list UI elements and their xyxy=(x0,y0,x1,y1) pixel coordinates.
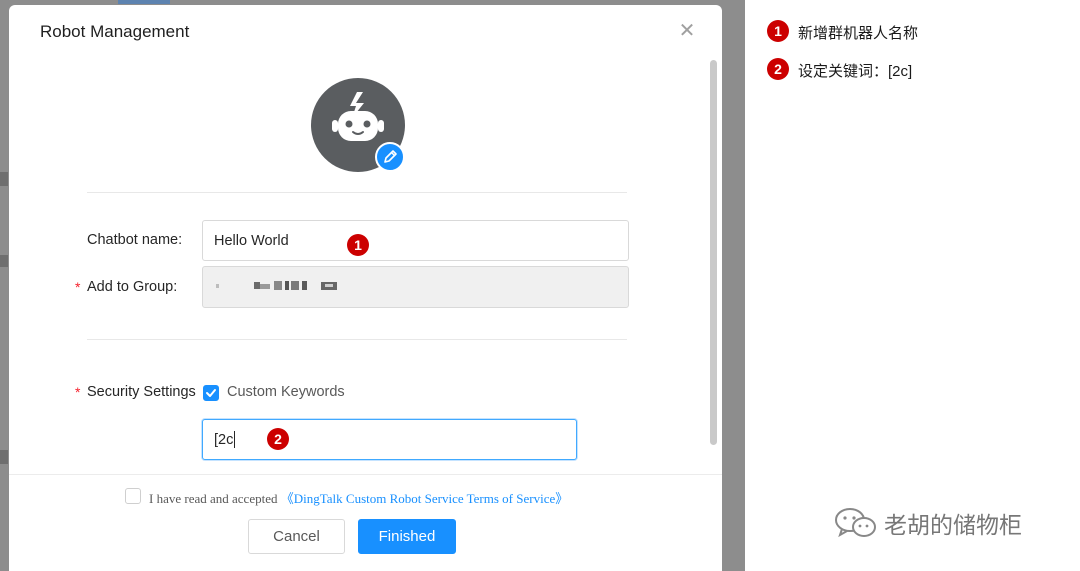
keyword-input[interactable]: [2c xyxy=(202,419,577,460)
text-cursor xyxy=(234,431,236,448)
edit-avatar-button[interactable] xyxy=(375,142,405,172)
custom-keywords-label: Custom Keywords xyxy=(227,384,345,400)
legend-text-1: 新增群机器人名称 xyxy=(798,25,919,42)
chatbot-name-value: Hello World xyxy=(214,232,289,249)
annotation-marker-1: 1 xyxy=(347,234,369,256)
terms-checkbox[interactable] xyxy=(125,488,141,504)
group-select[interactable] xyxy=(202,266,629,308)
finished-button[interactable]: Finished xyxy=(358,519,456,554)
close-icon[interactable]: ✕ xyxy=(677,21,697,41)
chatbot-name-label: Chatbot name: xyxy=(87,232,183,248)
keyword-value: [2c xyxy=(214,431,234,448)
robot-avatar xyxy=(311,78,407,174)
terms-prefix: I have read and accepted xyxy=(149,491,278,506)
security-settings-label: Security Settings xyxy=(87,384,196,400)
annotation-marker-2: 2 xyxy=(267,428,289,450)
required-asterisk: * xyxy=(75,279,81,295)
pencil-icon xyxy=(384,150,397,163)
divider xyxy=(87,339,627,340)
pixelated-group-name xyxy=(214,279,374,295)
backdrop-fragment xyxy=(118,0,170,4)
legend-text-2: 设定关键词：[2c] xyxy=(798,63,913,80)
terms-text: I have read and accepted 《DingTalk Custo… xyxy=(149,488,568,507)
divider xyxy=(87,192,627,193)
backdrop-fragment xyxy=(0,450,8,464)
add-to-group-label: Add to Group: xyxy=(87,279,178,295)
cancel-button[interactable]: Cancel xyxy=(248,519,345,554)
legend-marker-1: 1 xyxy=(767,20,789,42)
chatbot-name-input[interactable]: Hello World xyxy=(202,220,629,261)
wechat-icon xyxy=(835,508,876,538)
legend-marker-2: 2 xyxy=(767,58,789,80)
backdrop-fragment xyxy=(0,172,8,186)
required-asterisk: * xyxy=(75,384,81,400)
custom-keywords-checkbox[interactable] xyxy=(203,385,219,401)
terms-link[interactable]: 《DingTalk Custom Robot Service Terms of … xyxy=(281,491,569,506)
backdrop-fragment xyxy=(0,255,8,267)
scrollbar-thumb[interactable] xyxy=(710,60,717,445)
scrollbar[interactable] xyxy=(708,60,720,475)
watermark: 老胡的储物柜 xyxy=(834,506,1022,540)
robot-management-dialog: Robot Management ✕ Chatbot name: Hello W… xyxy=(9,5,722,571)
dialog-title: Robot Management xyxy=(40,22,190,41)
check-icon xyxy=(206,389,216,397)
watermark-text: 老胡的储物柜 xyxy=(884,512,1022,538)
footer-divider xyxy=(9,474,722,475)
